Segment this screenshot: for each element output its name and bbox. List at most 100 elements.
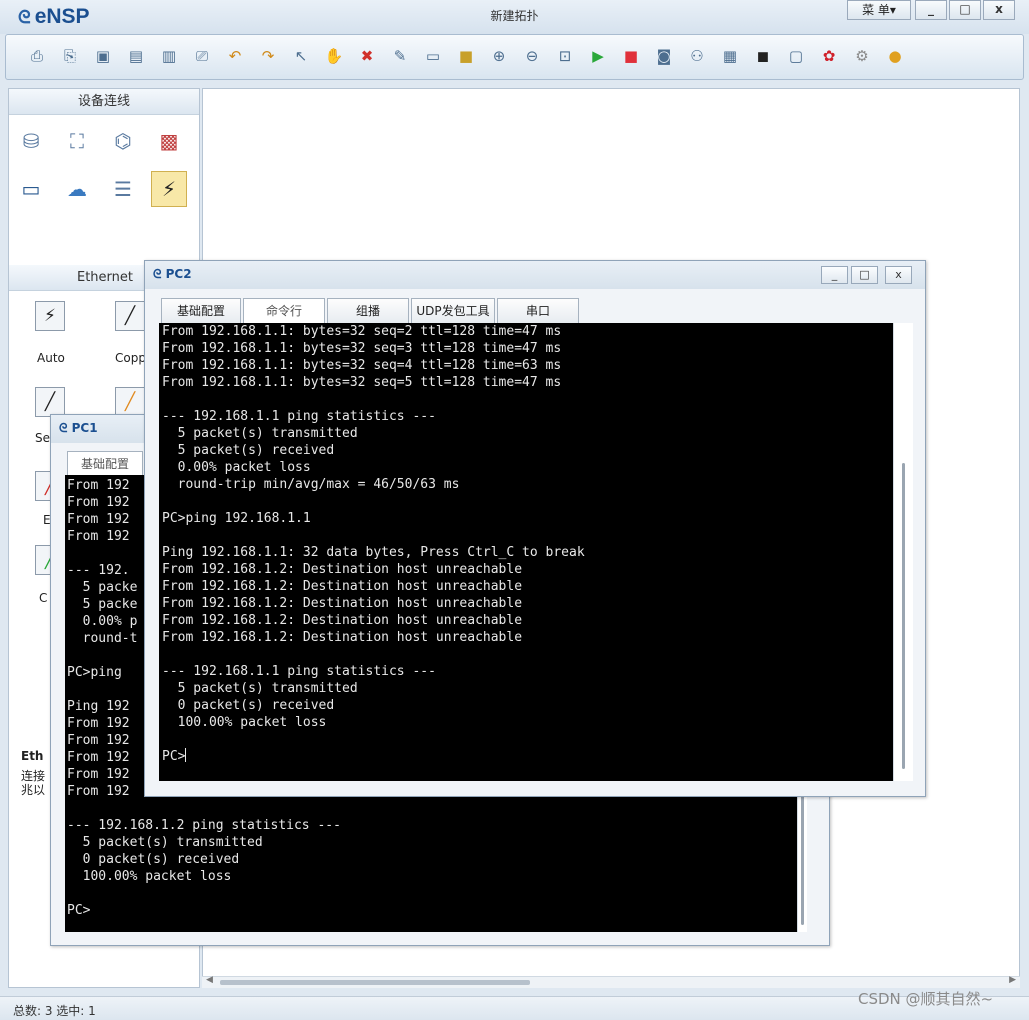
pc2-scrollbar-thumb[interactable] [902,463,905,769]
open-icon[interactable]: ▣ [92,45,114,67]
hub-icon[interactable]: ☰ [105,171,141,207]
redo-icon[interactable]: ↷ [257,45,279,67]
huawei-icon[interactable]: ✿ [818,45,840,67]
capture-icon[interactable]: ◙ [653,45,675,67]
terminal-line: From 192.168.1.2: Destination host unrea… [162,562,523,577]
scrollbar-thumb[interactable] [220,980,530,985]
help-icon[interactable]: ● [884,45,906,67]
router-icon[interactable]: ⛁ [13,123,49,159]
terminal-line: 0 packet(s) received [67,852,240,867]
rectangle-icon[interactable]: ■ [455,45,477,67]
status-text: 总数: 3 选中: 1 [13,1004,96,1018]
pc2-tab-basic-config[interactable]: 基础配置 [161,298,241,324]
delete-icon[interactable]: ✖ [356,45,378,67]
terminal-line: 5 packet(s) transmitted [162,426,358,441]
pc2-close-button[interactable]: x [885,266,912,284]
scroll-left-icon[interactable]: ◀ [206,975,213,985]
switch-icon[interactable]: ⛶ [59,123,95,159]
terminal-line: 100.00% packet loss [162,715,327,730]
pc2-title-bar[interactable]: ᘓ PC2 _ □ x [145,261,925,289]
pc2-tab-multicast[interactable]: 组播 [327,298,409,324]
select-icon[interactable]: ↖ [290,45,312,67]
pc2-tab-udp-tool[interactable]: UDP发包工具 [411,298,495,324]
wireless-icon[interactable]: ⌬ [105,123,141,159]
zoom-in-icon[interactable]: ⊕ [488,45,510,67]
fiber-cable-icon[interactable]: ╱ [115,387,145,417]
pc2-title: ᘓ PC2 [153,267,192,282]
terminal-line: PC> [162,748,187,764]
new-topology-icon[interactable]: ⎙ [26,45,48,67]
pc2-terminal-scrollbar[interactable] [893,323,913,781]
copper-cable-icon[interactable]: ╱ [115,301,145,331]
pc-window-icon: ᘓ [59,421,72,435]
undo-icon[interactable]: ↶ [224,45,246,67]
terminal-line: From 192.168.1.1: bytes=32 seq=5 ttl=128… [162,375,562,390]
main-menu-button[interactable]: 菜 单▾ [847,0,911,20]
print-icon[interactable]: ⎚ [191,45,213,67]
topology-icon[interactable]: ⚇ [686,45,708,67]
terminal-line: From 192.168.1.2: Destination host unrea… [162,596,523,611]
pc2-tab-serial[interactable]: 串口 [497,298,579,324]
grid-icon[interactable]: ▦ [719,45,741,67]
pc2-terminal[interactable]: From 192.168.1.1: bytes=32 seq=2 ttl=128… [159,323,893,781]
zoom-out-icon[interactable]: ⊖ [521,45,543,67]
terminal-line: From 192.168.1.1: bytes=32 seq=3 ttl=128… [162,341,562,356]
text-icon[interactable]: ▭ [422,45,444,67]
terminal-line: --- 192.168.1.2 ping statistics --- [67,818,341,833]
terminal-line: Ping 192.168.1.1: 32 data bytes, Press C… [162,545,585,560]
pc2-maximize-button[interactable]: □ [851,266,878,284]
pc2-tab-command-line[interactable]: 命令行 [243,298,325,324]
terminal-line: From 192.168.1.1: bytes=32 seq=2 ttl=128… [162,324,562,339]
title-bar: ᘓ eNSP 新建拓扑 菜 单▾ _ □ x [0,0,1029,34]
copper-cable-label: Copp [115,351,146,365]
terminal-line: 5 packet(s) transmitted [67,835,263,850]
pc-icon[interactable]: ▭ [13,171,49,207]
pc-window-icon: ᘓ [153,267,166,281]
scroll-right-icon[interactable]: ▶ [1009,975,1016,985]
pan-icon[interactable]: ✋ [323,45,345,67]
canvas-horizontal-scrollbar[interactable]: ◀ ▶ [202,975,1020,988]
start-icon[interactable]: ▶ [587,45,609,67]
firewall-icon[interactable]: ▩ [151,123,187,159]
terminal-line: From 192.168.1.1: bytes=32 seq=4 ttl=128… [162,358,562,373]
pc1-scrollbar-thumb[interactable] [801,775,804,925]
save-as-icon[interactable]: ▥ [158,45,180,67]
delete-link-icon[interactable]: ✎ [389,45,411,67]
connection-icon[interactable]: ⚡ [151,171,187,207]
terminal-line: 0.00% packet loss [162,460,311,475]
terminal-line: From 192.168.1.2: Destination host unrea… [162,579,523,594]
new-example-icon[interactable]: ⎘ [59,45,81,67]
terminal-line: PC>ping 192.168.1.1 [162,511,311,526]
settings-icon[interactable]: ⚙ [851,45,873,67]
serial-cable-label: Se [35,431,50,445]
save-icon[interactable]: ▤ [125,45,147,67]
cloud-icon[interactable]: ☁ [59,171,95,207]
pc2-minimize-button[interactable]: _ [821,266,848,284]
pc1-title: ᘓ PC1 [59,421,98,436]
serial-cable-icon[interactable]: ╱ [35,387,65,417]
maximize-button[interactable]: □ [949,0,981,20]
close-button[interactable]: x [983,0,1015,20]
terminal-line: From 192.168.1.2: Destination host unrea… [162,630,523,645]
console-icon[interactable]: ◼ [752,45,774,67]
terminal-line: --- 192.168.1.1 ping statistics --- [162,409,436,424]
terminal-line: round-trip min/avg/max = 46/50/63 ms [162,477,460,492]
minimize-button[interactable]: _ [915,0,947,20]
pc2-window: ᘓ PC2 _ □ x 基础配置 命令行 组播 UDP发包工具 串口 From … [144,260,926,797]
chat-icon[interactable]: ▢ [785,45,807,67]
watermark: CSDN @顺其自然~ [858,990,994,1008]
terminal-line: 100.00% packet loss [67,869,232,884]
stop-icon[interactable]: ■ [620,45,642,67]
fit-icon[interactable]: ⊡ [554,45,576,67]
auto-cable-icon[interactable]: ⚡ [35,301,65,331]
terminal-line: 5 packet(s) transmitted [162,681,358,696]
terminal-line: --- 192.168.1.1 ping statistics --- [162,664,436,679]
terminal-line: 5 packet(s) received [162,443,335,458]
pc1-tab-basic-config[interactable]: 基础配置 [67,451,143,477]
